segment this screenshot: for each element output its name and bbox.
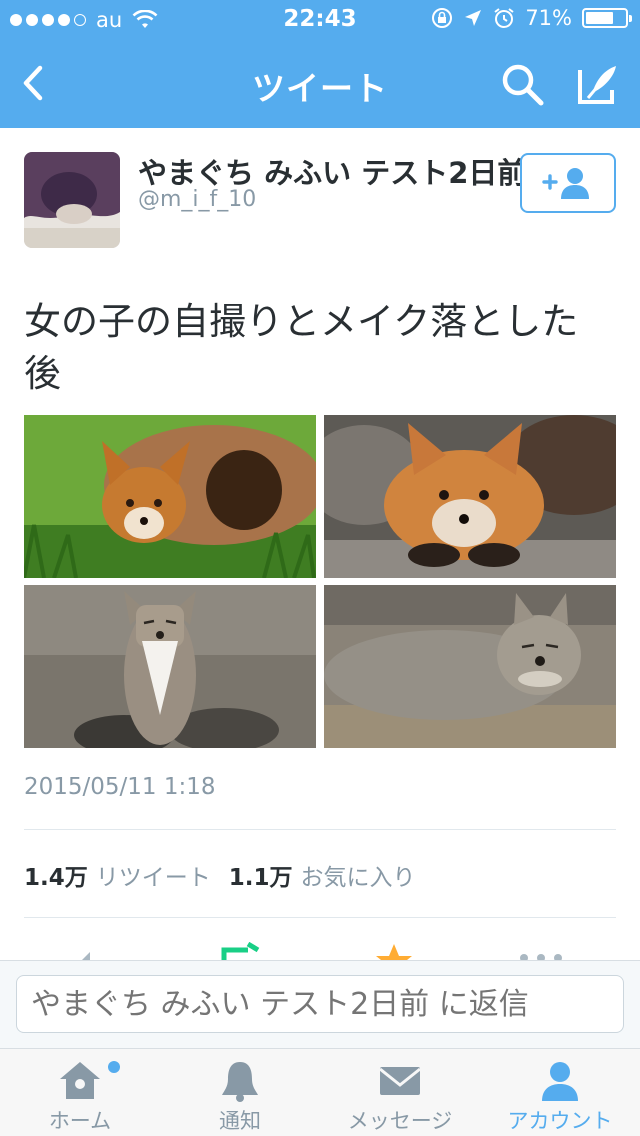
tab-bar: ホーム 通知 メッセージ アカウント: [0, 1048, 640, 1136]
reply-bar: [0, 960, 640, 1048]
tweet-photo[interactable]: [24, 585, 316, 748]
alarm-icon: [494, 8, 514, 28]
status-right: 71%: [431, 6, 632, 30]
divider: [24, 829, 616, 830]
navigation-bar: ツイート: [0, 40, 640, 128]
user-handle[interactable]: @m_i_f_10: [138, 187, 256, 212]
tweet-stats: 1.4万 リツイート 1.1万 お気に入り: [24, 858, 434, 892]
new-content-indicator: [108, 1061, 120, 1073]
location-arrow-icon: [465, 10, 482, 26]
tab-notifications-label: 通知: [219, 1109, 261, 1133]
battery-icon: [582, 8, 632, 28]
tab-notifications[interactable]: 通知: [160, 1049, 320, 1136]
tweet-photo[interactable]: [24, 415, 316, 578]
photo-grid: [24, 415, 616, 748]
user-name[interactable]: やまぐち みふい テスト2日前: [138, 150, 526, 192]
retweet-icon[interactable]: [218, 942, 268, 962]
bell-icon: [222, 1062, 258, 1102]
envelope-icon: [379, 1067, 421, 1095]
retweet-count[interactable]: 1.4万: [24, 858, 88, 892]
tweet-photo[interactable]: [324, 415, 616, 578]
favorite-count[interactable]: 1.1万: [229, 858, 293, 892]
tab-messages-label: メッセージ: [347, 1109, 453, 1133]
retweet-label[interactable]: リツイート: [96, 858, 211, 892]
compose-icon[interactable]: [572, 60, 622, 110]
status-bar: au 22:43 71%: [0, 0, 640, 40]
person-icon: [542, 1062, 578, 1101]
search-icon[interactable]: [498, 60, 548, 110]
tab-account[interactable]: アカウント: [480, 1049, 640, 1136]
reply-input[interactable]: [16, 975, 624, 1033]
battery-percent: 71%: [525, 6, 572, 30]
tab-home-label: ホーム: [48, 1109, 112, 1133]
rotation-lock-icon: [432, 8, 453, 28]
tweet-text: 女の子の自撮りとメイク落とした後: [24, 300, 579, 395]
favorite-label[interactable]: お気に入り: [301, 858, 416, 892]
tab-account-label: アカウント: [507, 1109, 613, 1133]
tweet-photo[interactable]: [324, 585, 616, 748]
home-icon: [60, 1062, 100, 1099]
tab-messages[interactable]: メッセージ: [320, 1049, 480, 1136]
star-icon[interactable]: [372, 942, 416, 962]
tweet-timestamp: 2015/05/11 1:18: [24, 774, 216, 800]
tweet-actions: [0, 940, 640, 962]
follow-button[interactable]: [520, 153, 616, 213]
add-user-icon: [542, 168, 589, 199]
avatar[interactable]: [24, 152, 120, 248]
battery-fill: [586, 12, 613, 24]
divider: [24, 917, 616, 918]
tab-home[interactable]: ホーム: [0, 1049, 160, 1136]
